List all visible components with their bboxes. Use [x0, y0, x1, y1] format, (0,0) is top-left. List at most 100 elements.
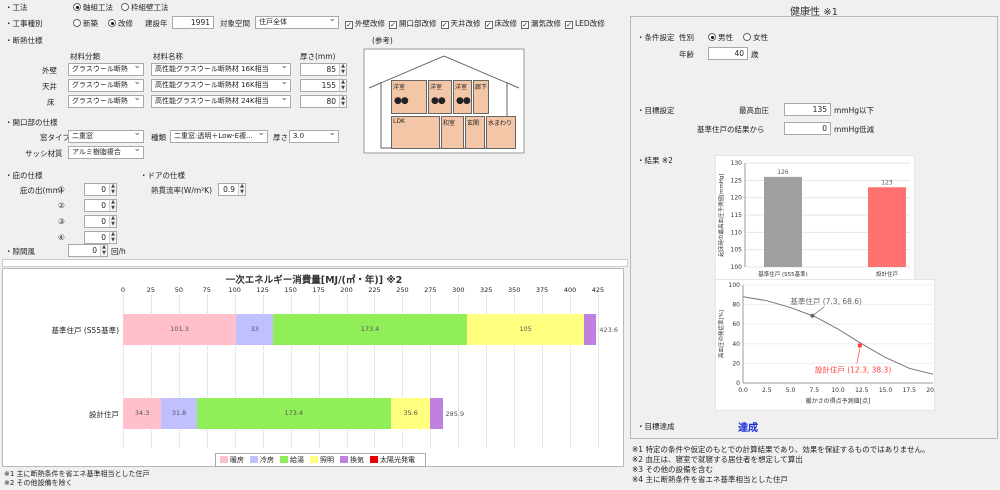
- age-unit: 歳: [751, 50, 759, 59]
- work-type-option-0[interactable]: 新築: [73, 18, 98, 29]
- legend-label: 太陽光発電: [380, 456, 415, 464]
- room-lower: 水まわり: [486, 116, 516, 149]
- energy-tick-label: 425: [591, 286, 605, 294]
- energy-bar-segment: [584, 314, 597, 345]
- curve-ytick-label: 0: [736, 380, 740, 387]
- eaves-input[interactable]: 0 ▲ ▼: [84, 231, 117, 244]
- col-material-type: 材料分類: [70, 52, 100, 61]
- radio-icon[interactable]: [73, 19, 81, 27]
- spinner-icon[interactable]: ▲ ▼: [109, 215, 116, 227]
- renovation-check[interactable]: ✓ LED改修: [565, 19, 605, 29]
- curve-xtick-label: 5.0: [786, 387, 796, 394]
- checkbox-icon[interactable]: ✓: [521, 21, 529, 29]
- energy-tick-label: 50: [174, 286, 184, 294]
- room-label: 洋室: [430, 84, 443, 91]
- insulation-row-label: 外壁: [42, 66, 57, 75]
- spinner-icon[interactable]: ▲ ▼: [339, 95, 346, 107]
- space-label: 対象空間: [220, 19, 250, 28]
- draft-input[interactable]: 0 ▲ ▼: [68, 244, 108, 257]
- space-select[interactable]: 住戸全体: [255, 16, 339, 29]
- work-type-option-1[interactable]: 改修: [108, 18, 133, 29]
- eaves-input[interactable]: 0 ▲ ▼: [84, 183, 117, 196]
- eaves-input[interactable]: 0 ▲ ▼: [84, 199, 117, 212]
- checkbox-icon[interactable]: ✓: [565, 21, 573, 29]
- curve-xlabel: 暖かさの得点予測値[点]: [806, 397, 871, 405]
- energy-tick-label: 100: [228, 286, 241, 294]
- sash-select[interactable]: アルミ樹脂複合: [68, 146, 144, 159]
- spinner-icon[interactable]: ▲ ▼: [339, 79, 346, 91]
- material-name-select[interactable]: 高性能グラスウール断熱材 16K相当: [151, 79, 291, 92]
- legend-label: 冷房: [260, 456, 274, 464]
- max-bp-input[interactable]: 135: [784, 103, 831, 116]
- legend-item: 給湯: [280, 456, 304, 464]
- legend-label: 換気: [350, 456, 364, 464]
- thickness-select[interactable]: 3.0: [289, 130, 339, 143]
- energy-row-label: 設計住戸: [89, 410, 119, 419]
- spinner-icon[interactable]: ▲ ▼: [238, 183, 245, 195]
- material-name-value: 高性能グラスウール断熱材 16K相当: [155, 65, 269, 73]
- checkbox-icon[interactable]: ✓: [345, 21, 353, 29]
- material-name-select[interactable]: 高性能グラスウール断熱材 24K相当: [151, 95, 291, 108]
- material-type-select[interactable]: グラスウール断熱材: [68, 95, 144, 108]
- eaves-row-label: ①: [58, 185, 65, 194]
- checkbox-icon[interactable]: ✓: [484, 21, 493, 29]
- door-heat-input[interactable]: 0.9 ▲ ▼: [218, 183, 246, 196]
- energy-segment-label: 173.4: [284, 409, 304, 417]
- energy-tick-label: 375: [535, 286, 549, 294]
- renovation-check[interactable]: ✓ 床改修: [484, 19, 517, 29]
- eaves-row-label: ④: [58, 233, 65, 242]
- energy-bar-segment: 35.6: [390, 398, 431, 429]
- room-label: 和室: [443, 120, 456, 127]
- spinner-icon[interactable]: ▲ ▼: [109, 199, 116, 211]
- energy-segment-label: 105: [519, 325, 532, 333]
- radio-icon[interactable]: [743, 33, 751, 41]
- thickness-input[interactable]: 80 ▲ ▼: [300, 95, 347, 108]
- construction-option-1[interactable]: 枠組壁工法: [121, 2, 169, 13]
- legend-swatch: [310, 456, 318, 463]
- thickness-input[interactable]: 155 ▲ ▼: [300, 79, 347, 92]
- energy-bar-segment: [430, 398, 443, 429]
- spinner-icon[interactable]: ▲ ▼: [100, 244, 107, 256]
- bp-category-label: 基準住戸 (S55基準): [758, 270, 808, 278]
- material-type-select[interactable]: グラスウール断熱材: [68, 63, 144, 76]
- radio-icon[interactable]: [108, 19, 116, 27]
- radio-icon[interactable]: [121, 3, 129, 11]
- radio-icon[interactable]: [73, 3, 81, 11]
- legend-label: 暖房: [230, 456, 244, 464]
- curve-xtick-label: 2.5: [762, 387, 772, 394]
- checkbox-icon[interactable]: ✓: [389, 21, 397, 29]
- curve-ytick-label: 100: [729, 282, 741, 289]
- kind-select[interactable]: 二重窓:透明＋Low-E複...: [170, 130, 268, 143]
- sex-option-male[interactable]: 男性: [708, 32, 733, 43]
- renovation-check-label: 漏気改修: [531, 19, 561, 28]
- energy-bar-segment: 31.8: [161, 398, 197, 429]
- legend-swatch: [250, 456, 258, 463]
- material-name-select[interactable]: 高性能グラスウール断熱材 16K相当: [151, 63, 291, 76]
- eaves-input[interactable]: 0 ▲ ▼: [84, 215, 117, 228]
- curve-xtick-label: 12.5: [855, 387, 869, 394]
- radio-icon[interactable]: [708, 33, 716, 41]
- renovation-check[interactable]: ✓ 開口部改修: [389, 19, 437, 29]
- spinner-icon[interactable]: ▲ ▼: [109, 231, 116, 243]
- bp-chart: 100 105 110 115 120 125 130 起床時の最高血圧予測値[mmHg] 12…: [715, 155, 915, 283]
- energy-tick-label: 150: [284, 286, 297, 294]
- renovation-check[interactable]: ✓ 外壁改修: [345, 19, 385, 29]
- energy-tick-label: 0: [120, 286, 126, 294]
- renovation-check[interactable]: ✓ 天井改修: [440, 19, 481, 29]
- thickness-input[interactable]: 85 ▲ ▼: [300, 63, 347, 76]
- energy-bar-segment: 33: [236, 314, 274, 345]
- spinner-icon[interactable]: ▲ ▼: [339, 63, 346, 75]
- spinner-icon[interactable]: ▲ ▼: [109, 183, 116, 195]
- year-input[interactable]: 1991: [172, 16, 214, 29]
- construction-option-0[interactable]: 軸組工法: [73, 2, 113, 13]
- sex-option-female[interactable]: 女性: [743, 32, 768, 43]
- energy-legend: 暖房 冷房 給湯 照明 換気 太陽光発電: [215, 453, 426, 467]
- reduce-input[interactable]: 0: [784, 122, 831, 135]
- material-type-select[interactable]: グラスウール断熱材: [68, 79, 144, 92]
- age-input[interactable]: 40: [708, 47, 748, 60]
- renovation-check[interactable]: ✓ 漏気改修: [521, 19, 561, 29]
- window-type-select[interactable]: 二重窓: [68, 130, 144, 143]
- checkbox-icon[interactable]: ✓: [440, 21, 449, 29]
- legend-swatch: [340, 456, 348, 463]
- eaves-value: 0: [101, 201, 106, 210]
